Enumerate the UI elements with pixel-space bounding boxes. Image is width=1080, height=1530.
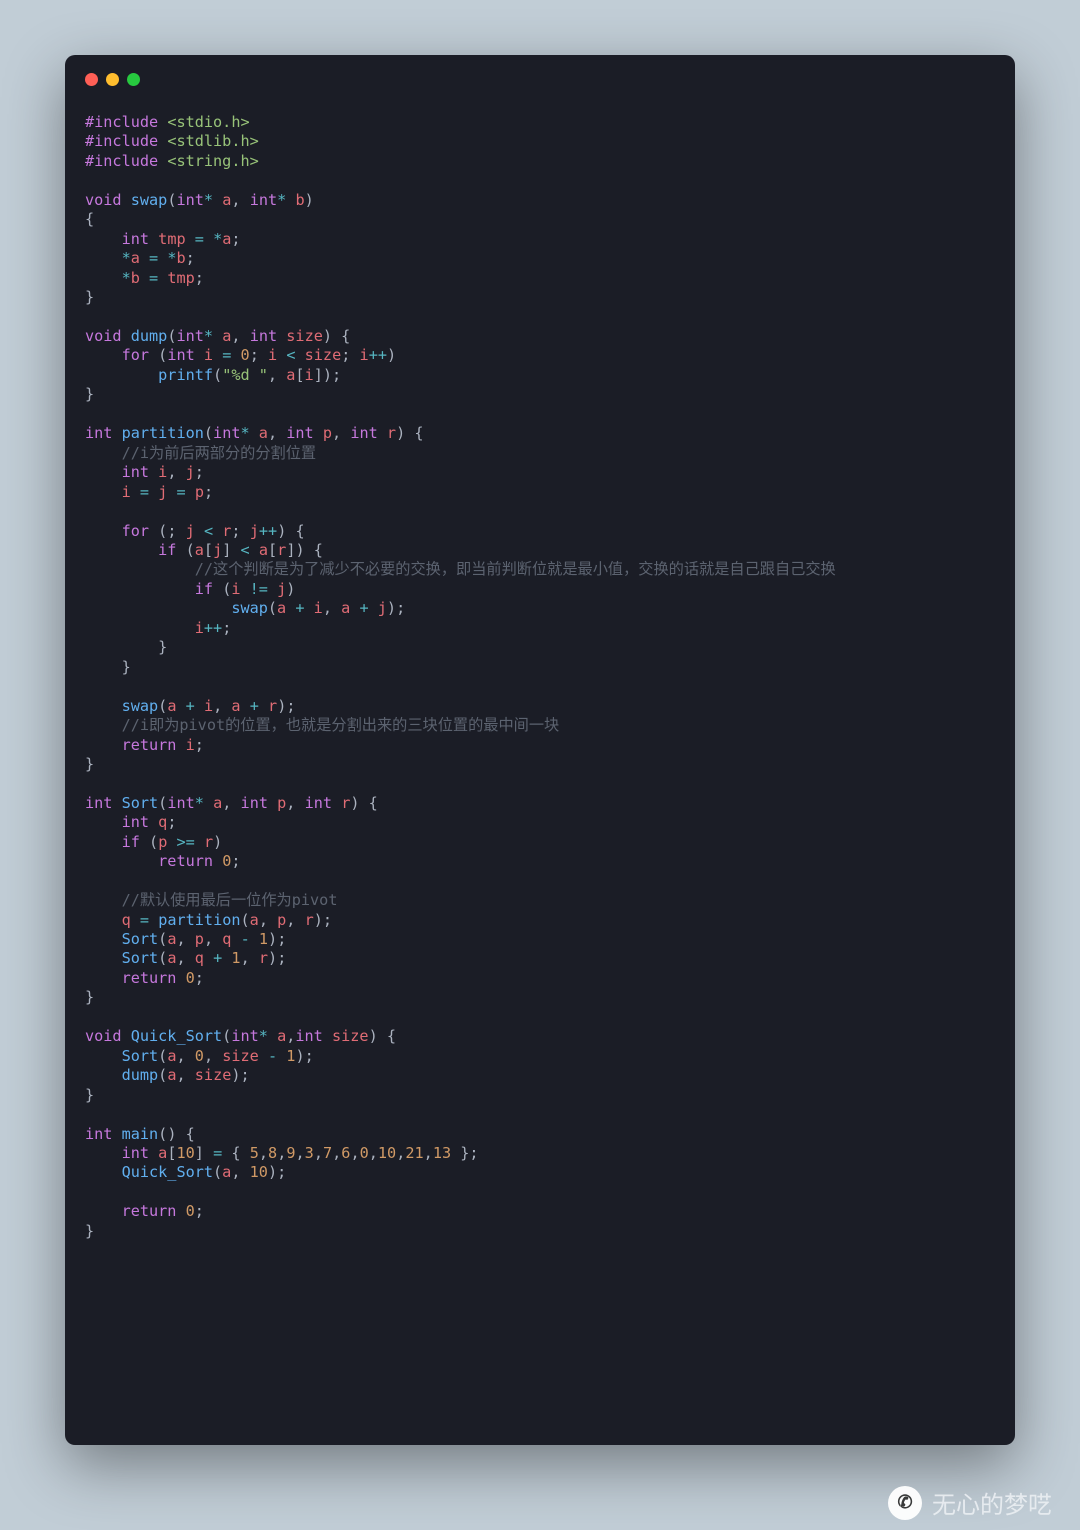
watermark-text: 无心的梦呓: [932, 1485, 1052, 1520]
watermark: ✆ 无心的梦呓: [888, 1485, 1052, 1520]
wechat-icon: ✆: [888, 1486, 922, 1520]
minimize-dot-icon[interactable]: [106, 73, 119, 86]
code-block: #include <stdio.h> #include <stdlib.h> #…: [65, 83, 1015, 1261]
window-titlebar: [85, 73, 140, 86]
code-window: #include <stdio.h> #include <stdlib.h> #…: [65, 55, 1015, 1445]
zoom-dot-icon[interactable]: [127, 73, 140, 86]
close-dot-icon[interactable]: [85, 73, 98, 86]
